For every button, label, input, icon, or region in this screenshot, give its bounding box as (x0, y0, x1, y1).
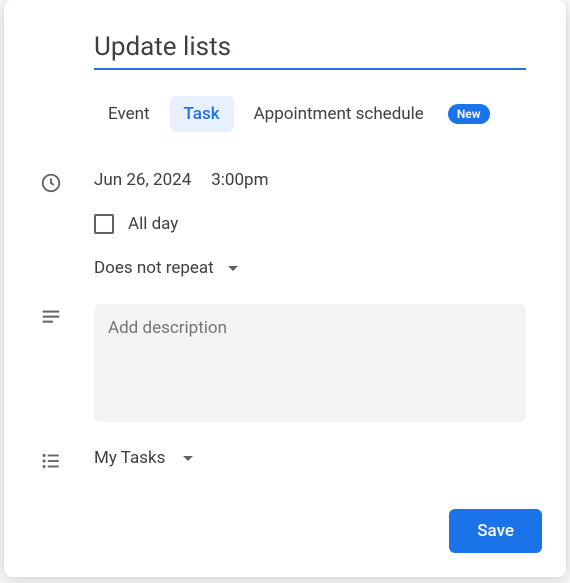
datetime-body: Jun 26, 2024 3:00pm All day Does not rep… (94, 170, 546, 278)
clock-icon (40, 172, 62, 194)
description-row (24, 304, 546, 426)
tasklist-row: My Tasks (24, 448, 546, 472)
title-input[interactable] (94, 28, 526, 70)
chevron-down-icon (183, 456, 193, 461)
repeat-label: Does not repeat (94, 258, 214, 278)
description-input[interactable] (94, 304, 526, 422)
icon-col-clock (24, 170, 94, 194)
tab-appointment[interactable]: Appointment schedule (240, 96, 438, 132)
time-text[interactable]: 3:00pm (211, 170, 268, 190)
date-text[interactable]: Jun 26, 2024 (94, 170, 191, 190)
tasklist-label: My Tasks (94, 448, 165, 468)
tasklist-dropdown[interactable]: My Tasks (94, 448, 526, 468)
description-icon (40, 306, 62, 328)
repeat-dropdown[interactable]: Does not repeat (94, 258, 526, 278)
title-row (94, 28, 526, 70)
list-icon (40, 450, 62, 472)
task-dialog: Event Task Appointment schedule New Jun … (4, 0, 566, 577)
allday-line: All day (94, 214, 526, 234)
datetime-row: Jun 26, 2024 3:00pm All day Does not rep… (24, 170, 546, 278)
dialog-footer: Save (4, 493, 566, 577)
datetime-line: Jun 26, 2024 3:00pm (94, 170, 526, 190)
tasklist-body: My Tasks (94, 448, 546, 468)
tab-task[interactable]: Task (170, 96, 234, 132)
description-body (94, 304, 546, 426)
dialog-content: Event Task Appointment schedule New Jun … (4, 28, 566, 493)
tab-event[interactable]: Event (94, 96, 164, 132)
allday-checkbox[interactable] (94, 214, 114, 234)
new-badge: New (448, 104, 490, 124)
allday-label: All day (128, 214, 178, 234)
chevron-down-icon (228, 266, 238, 271)
save-button[interactable]: Save (449, 509, 542, 553)
icon-col-desc (24, 304, 94, 328)
icon-col-list (24, 448, 94, 472)
tabs-row: Event Task Appointment schedule New (94, 96, 546, 132)
